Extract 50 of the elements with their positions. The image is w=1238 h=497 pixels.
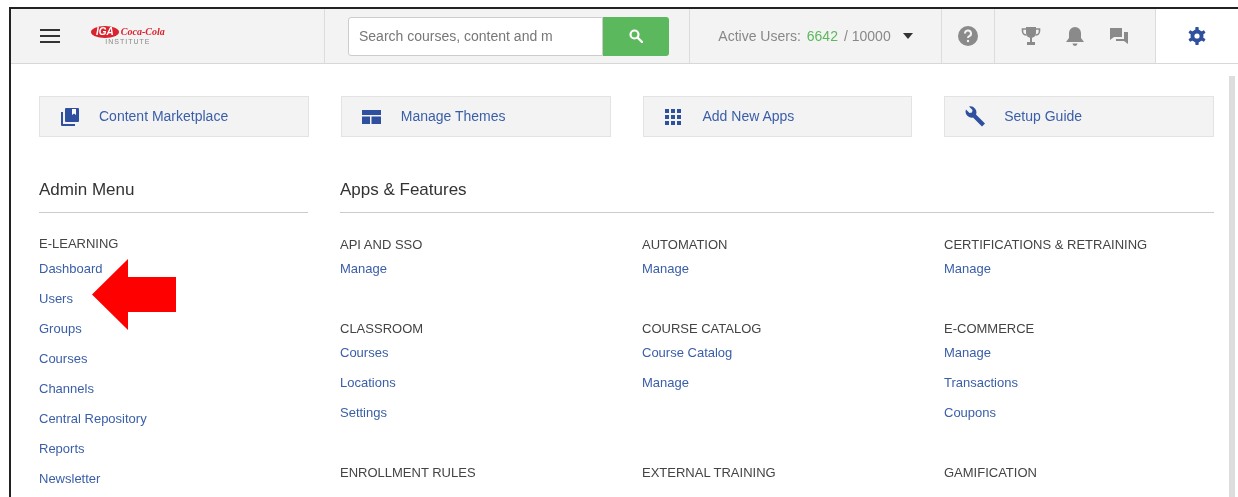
feature-link[interactable]: Manage [944,337,991,368]
category-heading: AUTOMATION [642,235,728,254]
layout-icon [361,109,381,124]
scrollbar[interactable] [1229,76,1235,497]
feature-link[interactable]: Coupons [944,397,997,428]
menu-link[interactable]: Reports [39,433,85,464]
menu-link[interactable]: Dashboard [39,253,103,284]
search-icon [629,29,643,43]
quick-link-button[interactable]: Add New Apps [642,96,913,137]
trophy-icon[interactable] [1021,26,1042,46]
feature-link[interactable]: Courses [340,337,389,368]
category-heading: CLASSROOM [340,319,424,338]
caret-icon [902,33,913,39]
chat-icon[interactable] [1108,27,1129,45]
bell-icon[interactable] [1066,26,1084,46]
feature-link[interactable]: Course Catalog [642,337,733,368]
feature-link[interactable]: Settings [340,397,387,428]
category-heading: EXTERNAL TRAINING [642,463,776,482]
menu-link[interactable]: Courses [39,343,88,374]
menu-link[interactable]: Central Repository [39,403,147,434]
search-button[interactable] [603,16,669,56]
category-heading: API AND SSO [340,235,423,254]
menu-link[interactable]: Channels [39,373,94,404]
category-heading: COURSE CATALOG [642,319,762,338]
help-icon[interactable] [958,26,978,46]
search-field[interactable]: Search courses, content and m [348,16,603,56]
feature-link[interactable]: Manage [642,367,689,398]
quick-link-button[interactable]: Manage Themes [340,96,611,137]
category-heading: ENROLLMENT RULES [340,463,476,482]
quick-link-button[interactable]: Content Marketplace [39,96,309,137]
feature-link[interactable]: Manage [340,253,387,284]
menu-link[interactable]: Users [39,283,73,314]
menu-link[interactable]: Newsletter [39,463,101,494]
category-heading: E-LEARNING [39,234,119,253]
feature-link[interactable]: Transactions [944,367,1018,398]
feature-link[interactable]: Manage [944,253,991,284]
wrench-icon [963,105,986,128]
menu-link[interactable]: Groups [39,313,82,344]
library-icon [60,107,79,126]
section-heading: Apps & Features [340,180,467,199]
category-heading: E-COMMERCE [944,319,1035,338]
settings-icon[interactable] [1188,27,1206,45]
category-heading: GAMIFICATION [944,463,1037,482]
feature-link[interactable]: Manage [642,253,689,284]
feature-link[interactable]: Locations [340,367,396,398]
grid-icon [665,108,681,125]
active-users-dropdown[interactable]: Active Users: 6642 / 10000 [690,9,942,63]
quick-link-button[interactable]: Setup Guide [944,96,1214,137]
category-heading: CERTIFICATIONS & RETRAINING [944,235,1148,254]
section-heading: Admin Menu [39,180,135,199]
